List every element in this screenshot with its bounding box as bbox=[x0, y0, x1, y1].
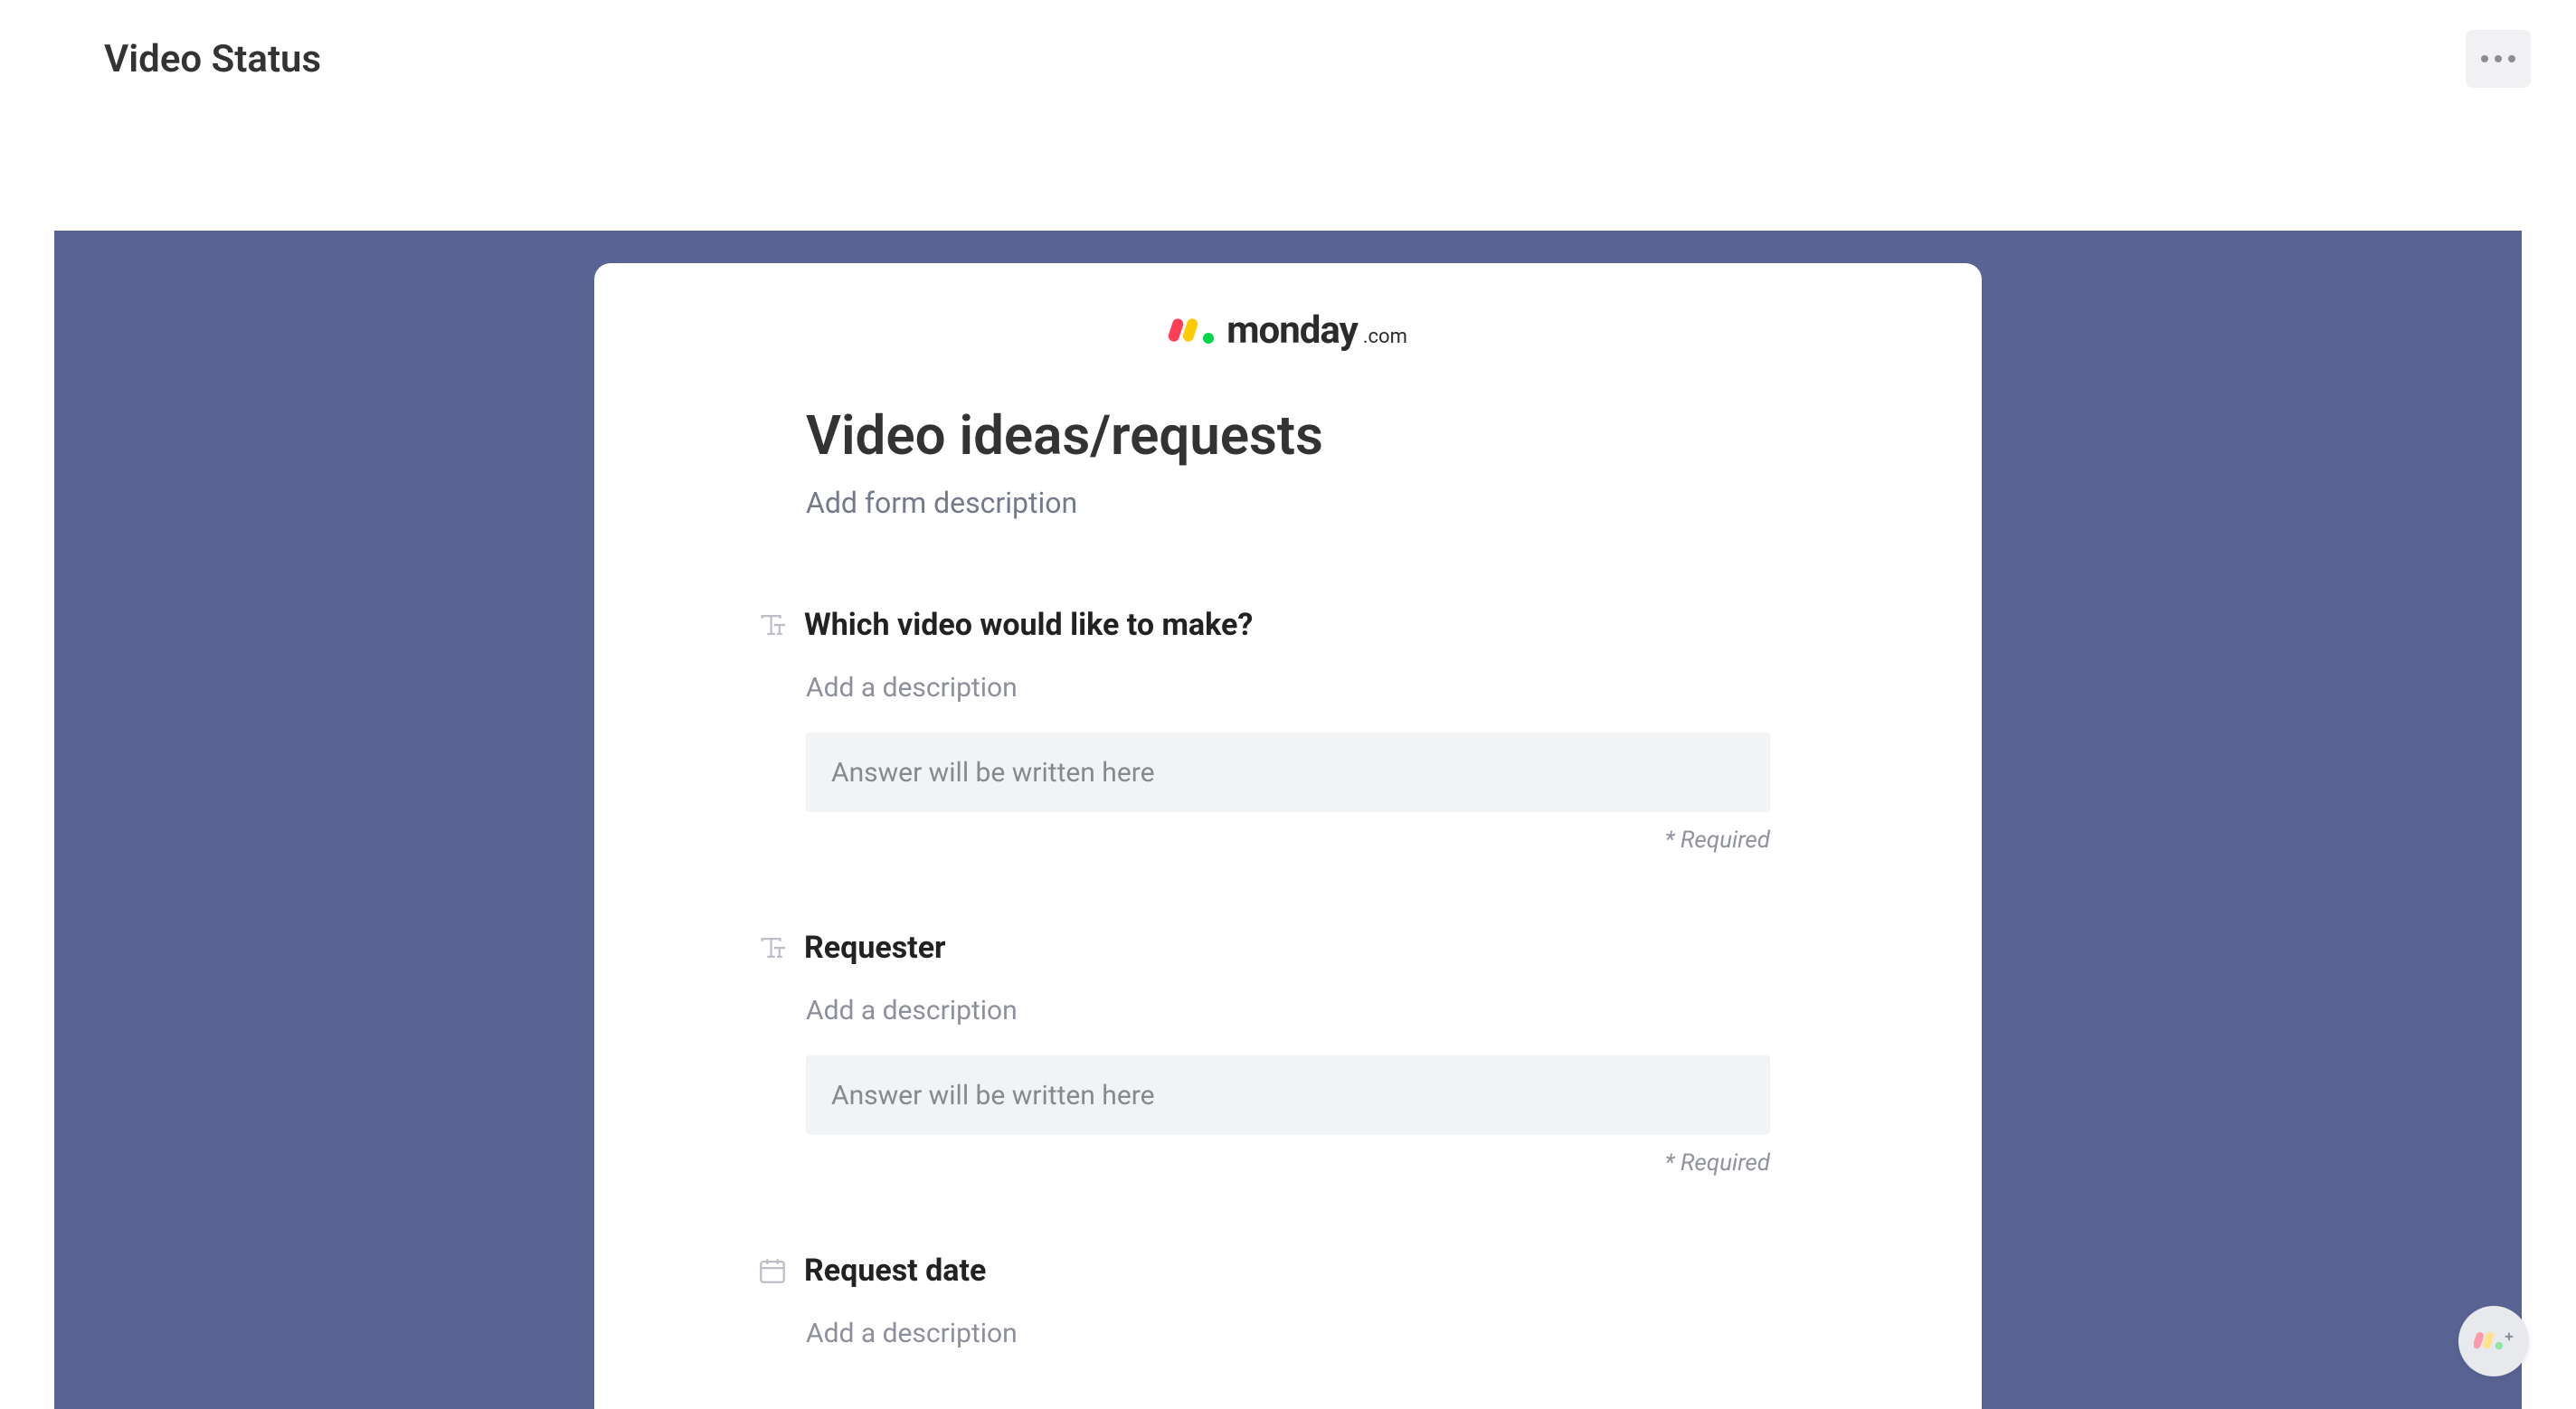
monday-logo-icon bbox=[1169, 315, 1219, 347]
answer-input[interactable]: Answer will be written here bbox=[806, 733, 1770, 812]
form-card: monday .com Video ideas/requests Add for… bbox=[594, 263, 1982, 1409]
form-title[interactable]: Video ideas/requests bbox=[806, 403, 1770, 468]
form-description[interactable]: Add form description bbox=[806, 486, 1770, 520]
required-note: * Required bbox=[806, 827, 1770, 854]
text-type-icon bbox=[757, 610, 788, 640]
question-description[interactable]: Add a description bbox=[806, 995, 1770, 1026]
logo-container: monday .com bbox=[594, 308, 1982, 353]
question-description[interactable]: Add a description bbox=[806, 1318, 1770, 1349]
logo-suffix: .com bbox=[1363, 313, 1407, 348]
answer-input[interactable]: Answer will be written here bbox=[806, 1055, 1770, 1135]
form-canvas: monday .com Video ideas/requests Add for… bbox=[54, 231, 2522, 1409]
logo-text: monday bbox=[1226, 308, 1358, 353]
question-label[interactable]: Request date bbox=[804, 1253, 986, 1289]
question-label[interactable]: Requester bbox=[804, 930, 946, 966]
text-type-icon bbox=[757, 932, 788, 963]
question-block[interactable]: Which video would like to make? Add a de… bbox=[806, 607, 1770, 854]
question-block[interactable]: Requester Add a description Answer will … bbox=[806, 930, 1770, 1177]
monday-logo: monday .com bbox=[1169, 308, 1407, 353]
dots-icon bbox=[2481, 55, 2488, 62]
date-type-icon bbox=[757, 1255, 788, 1286]
required-note: * Required bbox=[806, 1149, 1770, 1177]
header-bar: Video Status bbox=[0, 0, 2576, 118]
page-title: Video Status bbox=[104, 37, 321, 81]
monday-plus-icon bbox=[2474, 1321, 2514, 1361]
question-label[interactable]: Which video would like to make? bbox=[804, 607, 1253, 643]
more-options-button[interactable] bbox=[2466, 30, 2531, 88]
question-description[interactable]: Add a description bbox=[806, 672, 1770, 704]
question-block[interactable]: Request date Add a description bbox=[806, 1253, 1770, 1349]
floating-action-button[interactable] bbox=[2458, 1306, 2529, 1376]
